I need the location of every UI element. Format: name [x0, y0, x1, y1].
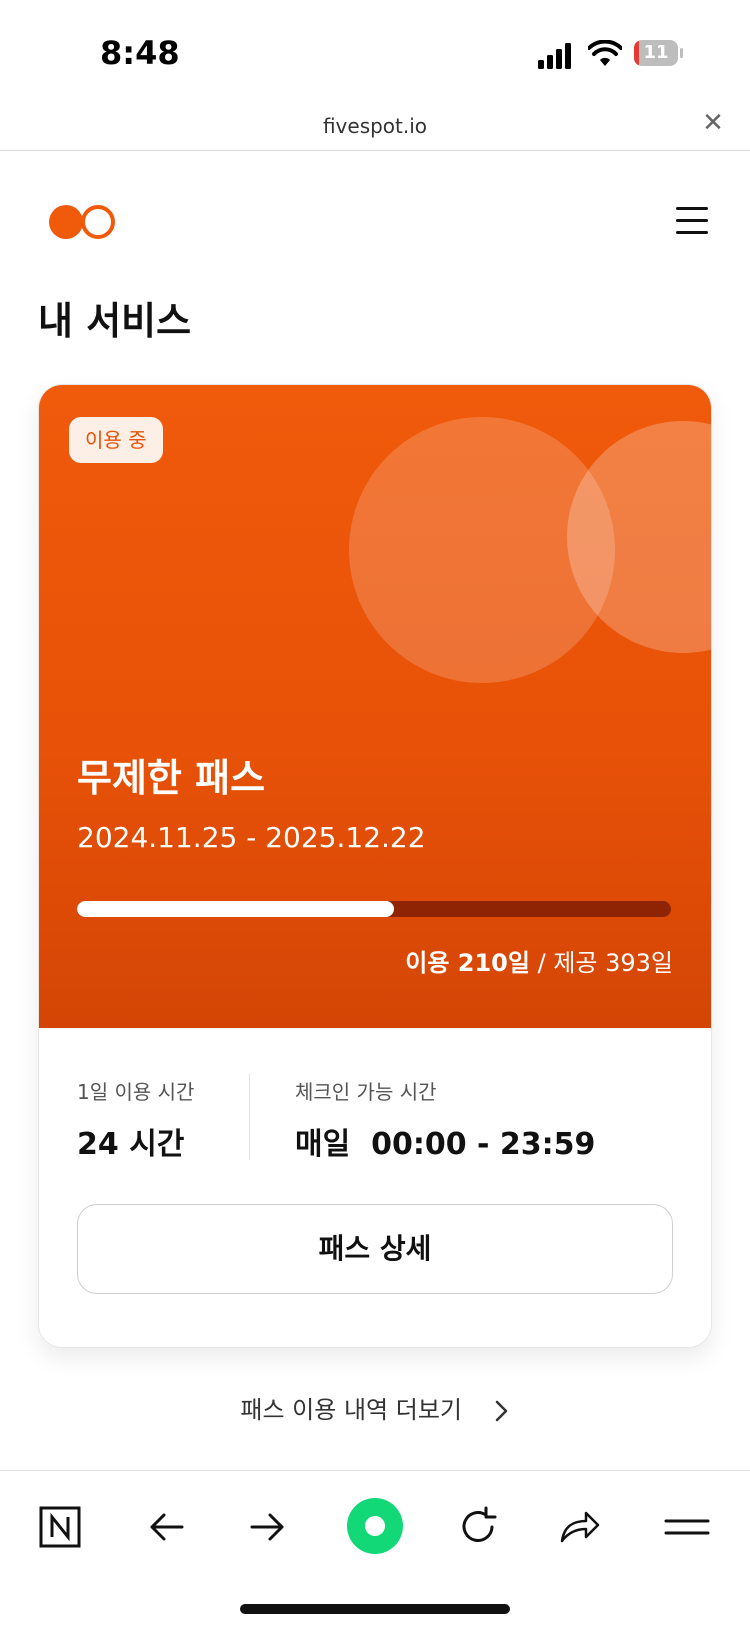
daily-usage-block: 1일 이용 시간 24 시간 — [77, 1076, 194, 1163]
status-bar: 8:48 11 — [0, 0, 750, 110]
fivespot-logo[interactable] — [48, 202, 120, 242]
url-text[interactable]: fivespot.io — [0, 114, 750, 138]
browser-url-bar: fivespot.io ✕ — [0, 104, 750, 151]
battery-body: 11 — [634, 40, 678, 66]
info-divider — [249, 1074, 250, 1160]
daily-usage-label: 1일 이용 시간 — [77, 1080, 195, 1104]
status-time: 8:48 — [100, 34, 180, 72]
browser-toolbar — [0, 1470, 750, 1581]
menu-icon[interactable] — [664, 1505, 710, 1549]
refresh-icon[interactable] — [456, 1505, 500, 1549]
site-header — [0, 150, 750, 280]
battery-percent: 11 — [643, 42, 669, 63]
battery-tip — [680, 48, 683, 58]
page-title: 내 서비스 — [38, 299, 192, 343]
cellular-signal-icon — [538, 43, 571, 69]
hamburger-menu-icon[interactable] — [676, 207, 708, 235]
pass-name: 무제한 패스 — [77, 756, 266, 800]
used-days: 이용 210일 — [405, 949, 530, 977]
pass-card-info: 1일 이용 시간 24 시간 체크인 가능 시간 매일 00:00 - 23:5… — [39, 1028, 711, 1347]
battery-indicator: 11 — [634, 40, 684, 68]
wifi-icon — [588, 40, 622, 66]
forward-arrow-icon[interactable] — [246, 1505, 290, 1549]
checkin-value: 매일 00:00 - 23:59 — [295, 1127, 596, 1162]
back-arrow-icon[interactable] — [144, 1505, 188, 1549]
checkin-block: 체크인 가능 시간 매일 00:00 - 23:59 — [295, 1076, 595, 1163]
pass-card-hero: 이용 중 무제한 패스 2024.11.25 - 2025.12.22 이용 2… — [39, 385, 711, 1028]
naver-n-icon[interactable] — [38, 1505, 82, 1549]
usage-separator: / — [537, 949, 546, 977]
daily-usage-value: 24 시간 — [77, 1127, 185, 1162]
total-days: 제공 393일 — [553, 949, 673, 977]
more-history-link[interactable]: 패스 이용 내역 더보기 — [0, 1390, 750, 1425]
home-indicator — [240, 1604, 510, 1614]
pass-detail-button[interactable]: 패스 상세 — [77, 1204, 673, 1294]
share-icon[interactable] — [558, 1505, 602, 1549]
usage-days: 이용 210일 / 제공 393일 — [405, 943, 673, 978]
more-history-label: 패스 이용 내역 더보기 — [240, 1396, 462, 1424]
usage-progress-bar — [77, 901, 671, 917]
status-badge: 이용 중 — [69, 417, 163, 463]
usage-progress-fill — [77, 901, 395, 917]
checkin-label: 체크인 가능 시간 — [295, 1080, 437, 1104]
pass-card: 이용 중 무제한 패스 2024.11.25 - 2025.12.22 이용 2… — [38, 384, 712, 1348]
pass-dates: 2024.11.25 - 2025.12.22 — [77, 821, 426, 854]
chevron-right-icon — [495, 1400, 507, 1422]
green-dot-icon[interactable] — [346, 1497, 404, 1555]
close-icon[interactable]: ✕ — [700, 110, 726, 136]
